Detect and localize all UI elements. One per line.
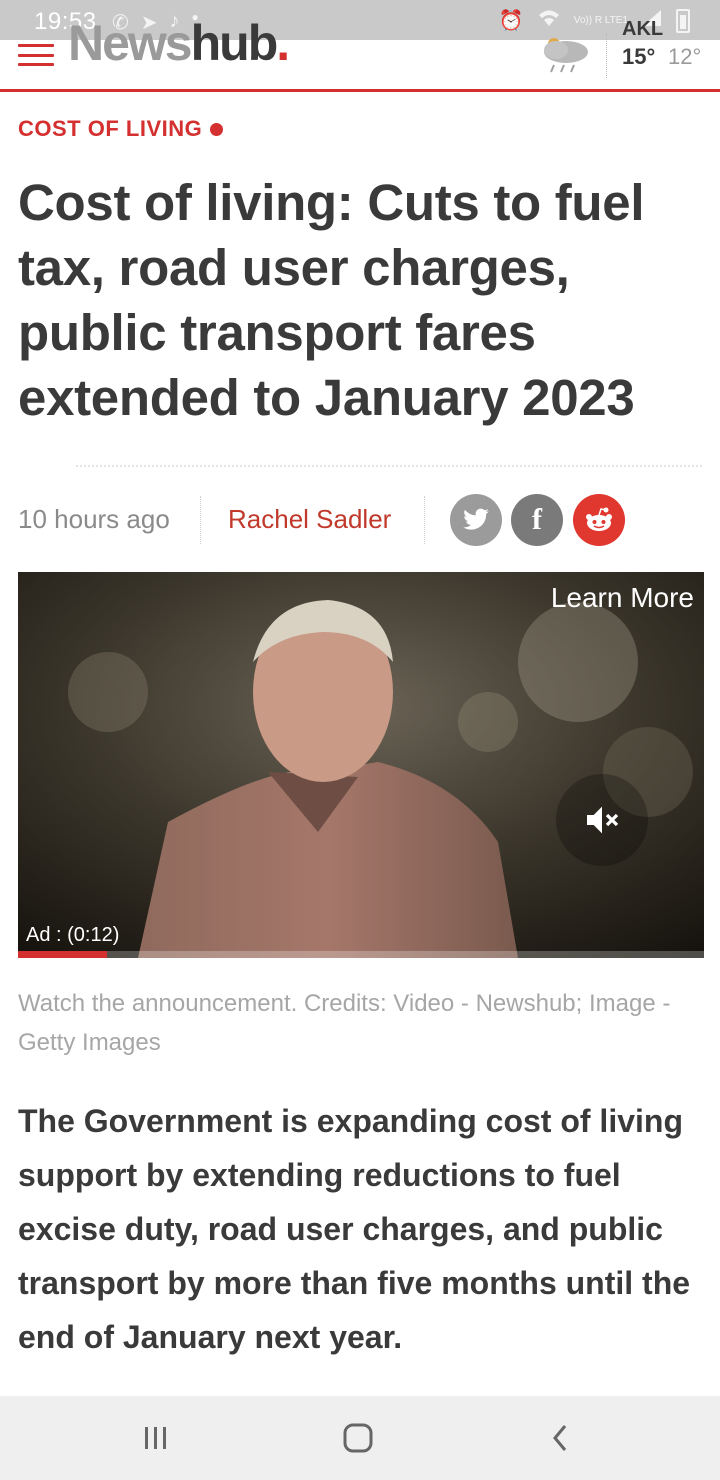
back-icon[interactable] (540, 1420, 580, 1456)
live-dot-icon (210, 122, 224, 136)
system-nav-bar (0, 1396, 720, 1480)
video-player[interactable]: Learn More Ad : (0:12) (18, 572, 704, 958)
article-lead-paragraph: The Government is expanding cost of livi… (18, 1103, 691, 1355)
volte-icon: Vo)) R LTE1 (573, 15, 628, 26)
battery-icon (676, 8, 690, 33)
site-header: Newshub. AKL 15° 12° (0, 18, 720, 92)
ad-countdown: Ad : (0:12) (26, 924, 120, 946)
hamburger-menu-icon[interactable] (18, 44, 54, 66)
divider (76, 465, 702, 467)
video-progress-fill (18, 951, 108, 958)
recent-apps-icon[interactable] (136, 1420, 176, 1456)
article-headline: Cost of living: Cuts to fuel tax, road u… (18, 174, 645, 426)
video-progress-bar[interactable] (18, 951, 704, 958)
newshub-logo[interactable]: Newshub. (68, 18, 290, 68)
muted-speaker-icon[interactable] (556, 774, 648, 866)
video-caption: Watch the announcement. Credits: Video -… (18, 990, 671, 1056)
wifi-icon (538, 9, 560, 33)
author-link[interactable]: Rachel Sadler (228, 504, 391, 535)
video-frame-image (18, 572, 704, 958)
weather-city[interactable]: AKL (622, 18, 663, 41)
section-tag[interactable]: COST OF LIVING (18, 116, 224, 142)
meta-divider (424, 496, 425, 544)
weather-divider (606, 34, 607, 78)
weather-high: 15° (622, 44, 656, 69)
rain-cloud-icon[interactable] (534, 34, 594, 74)
learn-more-link[interactable]: Learn More (551, 582, 694, 614)
weather-low: 12° (668, 44, 702, 69)
article-meta: 10 hours ago Rachel Sadler f (0, 494, 720, 546)
twitter-icon[interactable] (450, 494, 502, 546)
alarm-icon: ⏰ (498, 10, 524, 32)
facebook-icon[interactable]: f (511, 494, 563, 546)
meta-divider (200, 496, 201, 544)
home-icon[interactable] (338, 1420, 378, 1456)
reddit-icon[interactable] (573, 494, 625, 546)
publish-time: 10 hours ago (18, 504, 170, 534)
section-label: COST OF LIVING (18, 116, 203, 141)
